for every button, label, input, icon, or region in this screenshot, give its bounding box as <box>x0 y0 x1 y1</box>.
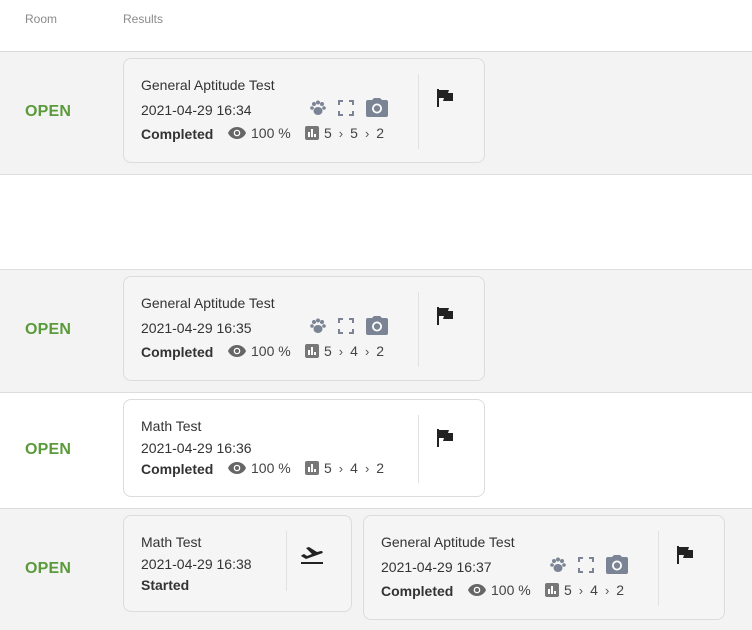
score-value: 4 <box>350 343 358 359</box>
score-value: 5 <box>564 582 572 598</box>
card-divider <box>418 292 419 367</box>
column-header-results: Results <box>123 12 164 26</box>
view-percent: 100 % <box>251 460 291 476</box>
fullscreen-icon <box>337 99 355 122</box>
eye-icon <box>228 127 246 139</box>
result-card[interactable]: Math Test 2021-04-29 16:38 Started <box>123 515 352 612</box>
result-card[interactable]: General Aptitude Test 2021-04-29 16:35 C… <box>123 276 485 381</box>
test-status: Started <box>141 577 190 593</box>
card-divider <box>418 415 419 483</box>
paw-icon <box>309 317 327 340</box>
test-title: General Aptitude Test <box>381 534 515 550</box>
camera-icon <box>365 97 389 124</box>
chevron-right-icon: › <box>338 343 344 359</box>
chevron-right-icon: › <box>364 343 370 359</box>
camera-icon <box>605 554 629 581</box>
test-title: Math Test <box>141 534 202 550</box>
test-status: Completed <box>141 344 214 360</box>
bar-chart-icon <box>305 461 319 475</box>
table-row: OPEN General Aptitude Test 2021-04-29 16… <box>0 270 752 393</box>
score-value: 5 <box>350 125 358 141</box>
test-title: General Aptitude Test <box>141 77 275 93</box>
card-divider <box>418 74 419 149</box>
test-status: Completed <box>141 461 214 477</box>
view-percent: 100 % <box>251 125 291 141</box>
score-value: 5 <box>324 125 332 141</box>
paw-icon <box>309 99 327 122</box>
score-value: 2 <box>616 582 625 598</box>
test-status: Completed <box>381 583 454 599</box>
eye-icon <box>228 345 246 357</box>
camera-icon <box>365 315 389 342</box>
card-divider <box>658 531 659 606</box>
test-datetime: 2021-04-29 16:35 <box>141 320 252 336</box>
test-datetime: 2021-04-29 16:37 <box>381 559 492 575</box>
fullscreen-icon <box>337 317 355 340</box>
result-card[interactable]: General Aptitude Test 2021-04-29 16:37 C… <box>363 515 725 620</box>
bar-chart-icon <box>305 344 319 358</box>
airplane-takeoff-icon <box>300 544 324 571</box>
chevron-right-icon: › <box>364 125 370 141</box>
score-value: 2 <box>376 460 385 476</box>
view-percent: 100 % <box>251 343 291 359</box>
bar-chart-icon <box>545 583 559 597</box>
eye-icon <box>228 462 246 474</box>
paw-icon <box>549 556 567 579</box>
test-datetime: 2021-04-29 16:34 <box>141 102 252 118</box>
table-row-empty <box>0 175 752 270</box>
test-title: General Aptitude Test <box>141 295 275 311</box>
result-card[interactable]: General Aptitude Test 2021-04-29 16:34 C… <box>123 58 485 163</box>
test-datetime: 2021-04-29 16:38 <box>141 556 252 572</box>
room-status: OPEN <box>25 560 72 577</box>
score-value: 4 <box>590 582 598 598</box>
chevron-right-icon: › <box>338 125 344 141</box>
score-value: 2 <box>376 125 385 141</box>
test-title: Math Test <box>141 418 202 434</box>
flag-icon[interactable] <box>435 88 455 113</box>
result-card[interactable]: Math Test 2021-04-29 16:36 Completed 100… <box>123 399 485 497</box>
table-header: Room Results <box>0 0 752 52</box>
flag-icon[interactable] <box>435 306 455 331</box>
score-value: 5 <box>324 343 332 359</box>
fullscreen-icon <box>577 556 595 579</box>
bar-chart-icon <box>305 126 319 140</box>
test-datetime: 2021-04-29 16:36 <box>141 440 252 456</box>
chevron-right-icon: › <box>578 582 584 598</box>
card-divider <box>286 531 287 591</box>
table-row: OPEN Math Test 2021-04-29 16:36 Complete… <box>0 393 752 509</box>
table-row: OPEN General Aptitude Test 2021-04-29 16… <box>0 52 752 175</box>
room-status: OPEN <box>25 103 72 120</box>
test-status: Completed <box>141 126 214 142</box>
room-status: OPEN <box>25 321 72 338</box>
score-value: 2 <box>376 343 385 359</box>
chevron-right-icon: › <box>604 582 610 598</box>
column-header-room: Room <box>25 12 58 26</box>
chevron-right-icon: › <box>338 460 344 476</box>
eye-icon <box>468 584 486 596</box>
flag-icon[interactable] <box>675 545 695 570</box>
flag-icon[interactable] <box>435 428 455 453</box>
score-value: 5 <box>324 460 332 476</box>
score-value: 4 <box>350 460 358 476</box>
room-status: OPEN <box>25 441 72 458</box>
view-percent: 100 % <box>491 582 531 598</box>
table-row: OPEN Math Test 2021-04-29 16:38 Started … <box>0 509 752 630</box>
chevron-right-icon: › <box>364 460 370 476</box>
